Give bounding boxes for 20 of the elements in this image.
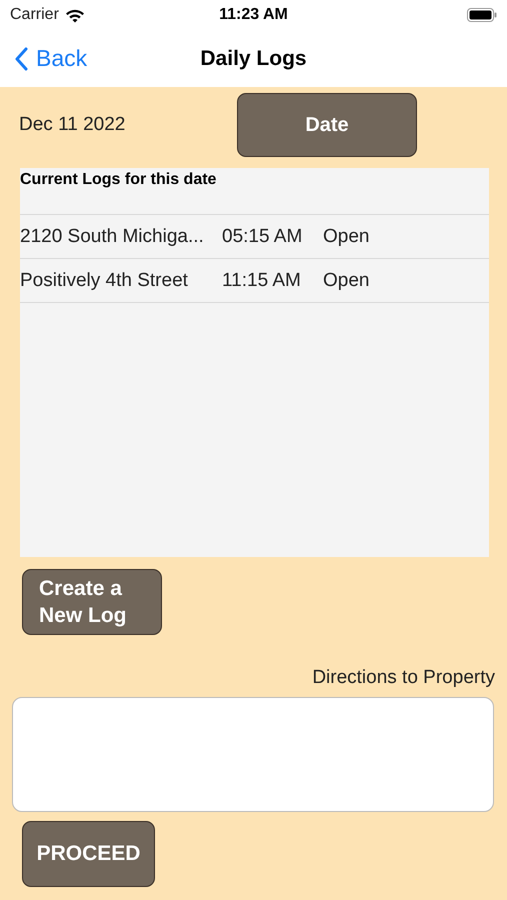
wifi-icon [64,8,85,22]
directions-label: Directions to Property [312,667,495,689]
create-log-button[interactable]: Create a New Log [22,569,162,635]
log-status: Open [323,270,370,292]
log-name[interactable]: Positively 4th Street [20,270,222,292]
directions-field[interactable] [12,697,494,812]
back-button[interactable]: Back [0,45,88,72]
carrier-label: Carrier [10,6,59,24]
log-time: 11:15 AM [222,270,302,292]
log-status: Open [323,226,370,248]
clock-time: 11:23 AM [219,6,288,24]
date-value: Dec 11 2022 [19,114,126,136]
proceed-button[interactable]: PROCEED [22,821,155,887]
log-name[interactable]: 2120 South Michiga... [20,226,222,248]
table-header: Current Logs for this date [20,168,489,215]
chevron-left-icon [14,46,28,70]
date-button[interactable]: Date [237,93,417,157]
screen-title: Daily Logs [200,46,307,70]
battery-icon [467,8,497,22]
log-time: 05:15 AM [222,226,304,248]
